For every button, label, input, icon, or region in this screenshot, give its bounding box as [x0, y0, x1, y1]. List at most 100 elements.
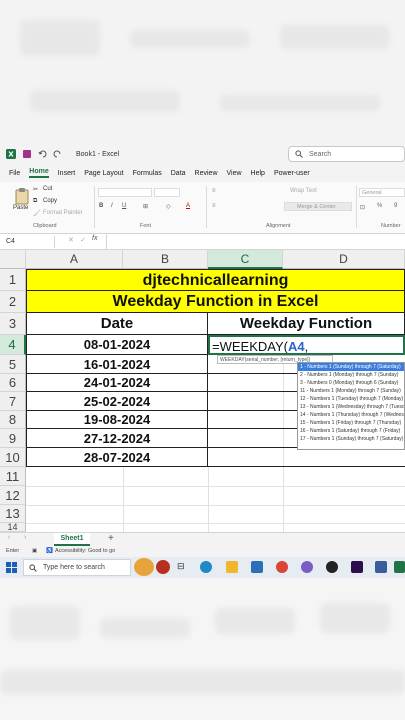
- paste-label[interactable]: Paste: [13, 205, 28, 211]
- borders-icon[interactable]: ⊞: [143, 203, 148, 210]
- date-cell[interactable]: 28-07-2024: [26, 448, 208, 467]
- return-type-option[interactable]: 3 - Numbers 0 (Monday) through 6 (Sunday…: [298, 379, 404, 387]
- date-cell[interactable]: 19-08-2024: [26, 411, 208, 429]
- tab-insert[interactable]: Insert: [58, 170, 76, 177]
- windows-start-icon[interactable]: [6, 562, 17, 573]
- copy-icon[interactable]: ⧉: [33, 198, 37, 205]
- return-type-option[interactable]: 12 - Numbers 1 (Tuesday) through 7 (Mond…: [298, 395, 404, 403]
- header-weekday-function[interactable]: Weekday Function: [208, 313, 405, 335]
- return-type-option[interactable]: 17 - Numbers 1 (Sunday) through 7 (Satur…: [298, 435, 404, 443]
- format-painter-button[interactable]: Format Painter: [43, 210, 83, 216]
- excel-taskbar-icon[interactable]: [394, 561, 405, 573]
- row-header-3[interactable]: 3: [0, 313, 26, 335]
- cut-button[interactable]: Cut: [43, 186, 52, 192]
- tab-file[interactable]: File: [9, 170, 20, 177]
- return-type-dropdown[interactable]: 1 - Numbers 1 (Sunday) through 7 (Saturd…: [297, 362, 405, 450]
- bold-button[interactable]: B: [99, 203, 103, 209]
- row-header-10[interactable]: 10: [0, 448, 26, 467]
- header-date[interactable]: Date: [26, 313, 208, 335]
- redo-icon[interactable]: [52, 149, 62, 159]
- tab-formulas[interactable]: Formulas: [133, 170, 162, 177]
- row-header-8[interactable]: 8: [0, 411, 26, 429]
- row-header-14[interactable]: 14: [0, 523, 26, 532]
- scroll-right-icon[interactable]: ›: [24, 534, 26, 541]
- scroll-left-icon[interactable]: ‹: [8, 534, 10, 541]
- accessibility-status[interactable]: Accessibility: Good to go: [55, 546, 115, 557]
- italic-button[interactable]: I: [111, 203, 113, 209]
- tab-home[interactable]: Home: [29, 168, 49, 178]
- select-all-corner[interactable]: [0, 250, 26, 269]
- row-header-6[interactable]: 6: [0, 374, 26, 392]
- return-type-option[interactable]: 15 - Numbers 1 (Friday) through 7 (Thurs…: [298, 419, 404, 427]
- format-painter-icon[interactable]: 🖌: [33, 210, 41, 217]
- taskbar-search-box[interactable]: Type here to search: [23, 559, 131, 576]
- tab-review[interactable]: Review: [195, 170, 218, 177]
- row-header-11[interactable]: 11: [0, 467, 26, 486]
- wrap-text-button[interactable]: Wrap Text: [290, 188, 317, 194]
- return-type-option[interactable]: 11 - Numbers 1 (Monday) through 7 (Sunda…: [298, 387, 404, 395]
- file-explorer-icon[interactable]: [226, 561, 238, 573]
- row-header-1[interactable]: 1: [0, 269, 26, 291]
- tab-power-user[interactable]: Power-user: [274, 170, 310, 177]
- row-header-2[interactable]: 2: [0, 291, 26, 313]
- tab-data[interactable]: Data: [171, 170, 186, 177]
- premiere-pro-icon[interactable]: [351, 561, 363, 573]
- merge-center-button[interactable]: Merge & Center: [284, 202, 352, 211]
- copy-button[interactable]: Copy: [43, 198, 57, 204]
- align-top-icon[interactable]: ≡: [212, 188, 216, 194]
- sheet-tab-sheet1[interactable]: Sheet1: [54, 533, 90, 546]
- row-header-9[interactable]: 9: [0, 429, 26, 448]
- comma-style-icon[interactable]: 9: [394, 203, 397, 209]
- tab-view[interactable]: View: [227, 170, 242, 177]
- formula-input[interactable]: [106, 234, 405, 249]
- tab-page-layout[interactable]: Page Layout: [84, 170, 123, 177]
- insert-function-button[interactable]: fx: [92, 235, 97, 242]
- date-cell[interactable]: 27-12-2024: [26, 429, 208, 448]
- title-cell-subject[interactable]: Weekday Function in Excel: [26, 291, 405, 313]
- date-cell[interactable]: 16-01-2024: [26, 355, 208, 374]
- cut-icon[interactable]: ✂: [33, 186, 38, 193]
- add-sheet-icon[interactable]: +: [108, 533, 114, 544]
- app-icon[interactable]: [301, 561, 313, 573]
- column-header-a[interactable]: A: [26, 250, 123, 269]
- date-cell[interactable]: 25-02-2024: [26, 392, 208, 411]
- return-type-option[interactable]: 1 - Numbers 1 (Sunday) through 7 (Saturd…: [298, 363, 404, 371]
- underline-button[interactable]: U: [122, 203, 126, 209]
- pinned-app-icon[interactable]: [375, 561, 387, 573]
- return-type-option[interactable]: 14 - Numbers 1 (Thursday) through 7 (Wed…: [298, 411, 404, 419]
- date-cell[interactable]: 24-01-2024: [26, 374, 208, 392]
- row-header-7[interactable]: 7: [0, 392, 26, 411]
- weather-widget-icon[interactable]: [134, 558, 154, 576]
- active-cell-c4[interactable]: =WEEKDAY(A4,: [208, 335, 405, 355]
- return-type-option[interactable]: 13 - Numbers 1 (Wednesday) through 7 (Tu…: [298, 403, 404, 411]
- undo-icon[interactable]: [38, 149, 48, 159]
- column-header-c[interactable]: C: [208, 250, 283, 269]
- return-type-option[interactable]: 2 - Numbers 1 (Monday) through 7 (Sunday…: [298, 371, 404, 379]
- autosave-icon[interactable]: [22, 149, 32, 159]
- task-view-icon[interactable]: ⊟: [177, 561, 185, 572]
- chrome-browser-icon[interactable]: [276, 561, 288, 573]
- row-header-5[interactable]: 5: [0, 355, 26, 374]
- enter-formula-icon[interactable]: ✓: [80, 236, 86, 244]
- row-header-12[interactable]: 12: [0, 486, 26, 505]
- font-size-dropdown[interactable]: [154, 188, 180, 197]
- search-box[interactable]: Search: [288, 146, 405, 162]
- macro-record-icon[interactable]: ▣: [32, 546, 37, 557]
- align-left-icon[interactable]: ≡: [212, 203, 216, 209]
- font-color-icon[interactable]: A: [186, 203, 190, 209]
- currency-icon[interactable]: ⊡: [360, 204, 365, 211]
- title-cell-site[interactable]: djtechnicallearning: [26, 269, 405, 291]
- cancel-formula-icon[interactable]: ✕: [68, 236, 74, 244]
- font-name-dropdown[interactable]: [98, 188, 152, 197]
- percent-icon[interactable]: %: [377, 203, 382, 209]
- number-format-dropdown[interactable]: General: [359, 188, 405, 197]
- weekday-cell[interactable]: [208, 448, 405, 467]
- row-header-13[interactable]: 13: [0, 505, 26, 523]
- row-header-4[interactable]: 4: [0, 335, 26, 355]
- paste-icon[interactable]: [14, 187, 30, 205]
- return-type-option[interactable]: 16 - Numbers 1 (Saturday) through 7 (Fri…: [298, 427, 404, 435]
- fill-color-icon[interactable]: ◇: [166, 203, 171, 210]
- mail-icon[interactable]: [251, 561, 263, 573]
- column-header-b[interactable]: B: [123, 250, 208, 269]
- obs-icon[interactable]: [326, 561, 338, 573]
